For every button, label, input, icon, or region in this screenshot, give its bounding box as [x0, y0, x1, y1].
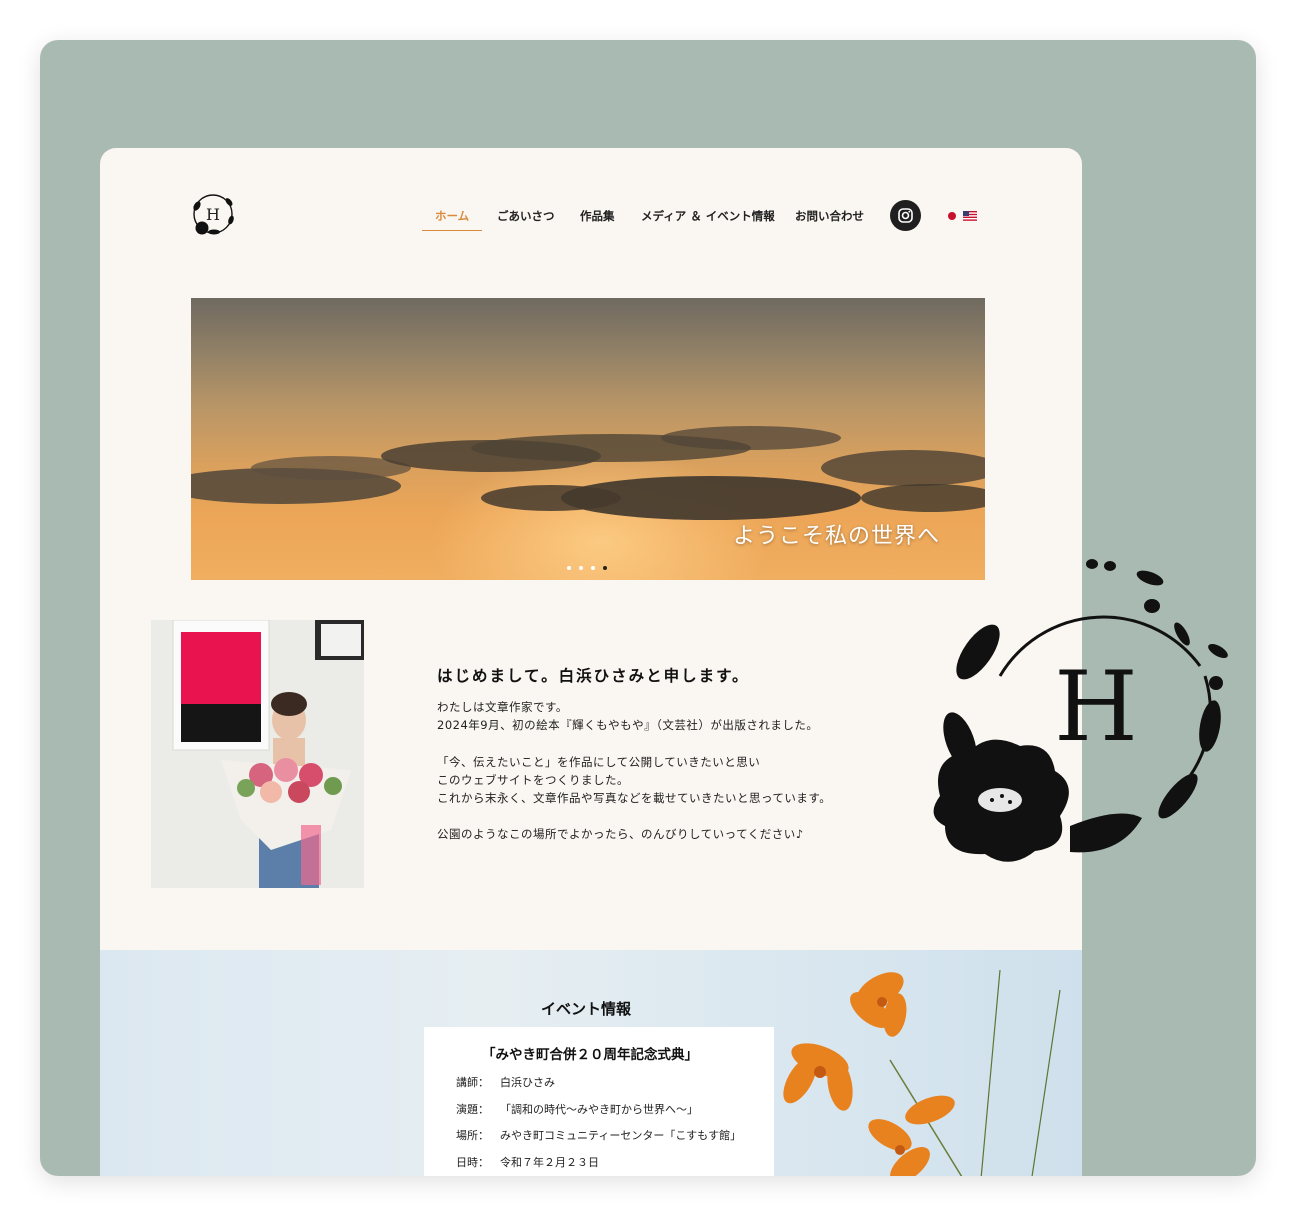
event-card: 「みやき町合併２０周年記念式典」 講師： 白浜ひさみ 演題： 「調和の時代〜みやき町…: [424, 1027, 774, 1176]
intro-line: これから末永く、文章作品や写真などを載せていきたいと思っています。: [437, 791, 832, 806]
instagram-icon: [898, 208, 913, 223]
intro-line: 「今、伝えたいこと」を作品にして公開していきたいと思い: [437, 754, 761, 769]
wreath-logo-icon: H: [193, 194, 234, 235]
slide-dot-2[interactable]: [579, 566, 583, 570]
intro-line-blank: [437, 735, 831, 753]
event-row-value: みやき町コミュニティーセンター「こすもす館」: [500, 1129, 742, 1142]
active-nav-underline: [422, 230, 482, 231]
intro-line: このウェブサイトをつくりました。: [437, 772, 629, 787]
intro-title: はじめまして。白浜ひさみと申します。: [437, 667, 750, 685]
event-row-key: 日時：: [456, 1156, 489, 1169]
site-logo[interactable]: H: [188, 188, 238, 244]
event-row-date: 日時： 令和７年２月２３日: [456, 1154, 599, 1170]
slide-dot-1[interactable]: [567, 566, 571, 570]
hero-slideshow[interactable]: ようこそ私の世界へ: [191, 298, 985, 580]
intro-body: わたしは文章作家です。 2024年9月、初の絵本『輝くもやもや』（文芸社）が出版…: [437, 698, 831, 844]
us-flag-icon[interactable]: [963, 211, 977, 221]
wreath-emblem-icon: H: [933, 559, 1228, 862]
event-row-topic: 演題： 「調和の時代〜みやき町から世界へ〜」: [456, 1101, 698, 1117]
event-row-value: 令和７年２月２３日: [500, 1156, 599, 1169]
event-row-lecturer: 講師： 白浜ひさみ: [456, 1074, 555, 1090]
event-section-heading: イベント情報: [541, 1000, 632, 1018]
intro-line-blank: [437, 807, 831, 825]
slide-dot-4[interactable]: [603, 566, 607, 570]
event-row-key: 場所：: [456, 1129, 489, 1142]
hero-caption: ようこそ私の世界へ: [733, 524, 941, 549]
author-with-bouquet-image: [151, 620, 364, 888]
event-row-value: 白浜ひさみ: [500, 1076, 555, 1089]
event-row-key: 演題：: [456, 1103, 489, 1116]
slide-dot-3[interactable]: [591, 566, 595, 570]
event-title: 「みやき町合併２０周年記念式典」: [482, 1047, 698, 1063]
nav-item-media-events[interactable]: メディア ＆ イベント情報: [641, 208, 775, 224]
intro-line: わたしは文章作家です。: [437, 700, 568, 714]
instagram-button[interactable]: [890, 200, 921, 231]
nav-item-greeting[interactable]: ごあいさつ: [497, 208, 555, 224]
emblem-letter: H: [1054, 651, 1138, 763]
nav-item-works[interactable]: 作品集: [580, 208, 615, 224]
nav-item-contact[interactable]: お問い合わせ: [795, 208, 864, 224]
event-row-key: 講師：: [456, 1076, 489, 1089]
intro-line: 公園のようなこの場所でよかったら、のんびりしていってください♪: [437, 827, 804, 842]
event-row-value: 「調和の時代〜みやき町から世界へ〜」: [500, 1103, 698, 1116]
svg-text:H: H: [206, 205, 220, 224]
event-row-venue: 場所： みやき町コミュニティーセンター「こすもす館」: [456, 1127, 741, 1143]
event-section: イベント情報 「みやき町合併２０周年記念式典」 講師： 白浜ひさみ 演題： 「調和の…: [100, 950, 1082, 1176]
nav-item-home[interactable]: ホーム: [435, 208, 469, 224]
author-photo: [151, 620, 364, 888]
intro-line: 2024年9月、初の絵本『輝くもやもや』（文芸社）が出版されました。: [437, 718, 819, 733]
japan-flag-icon[interactable]: [948, 212, 956, 220]
